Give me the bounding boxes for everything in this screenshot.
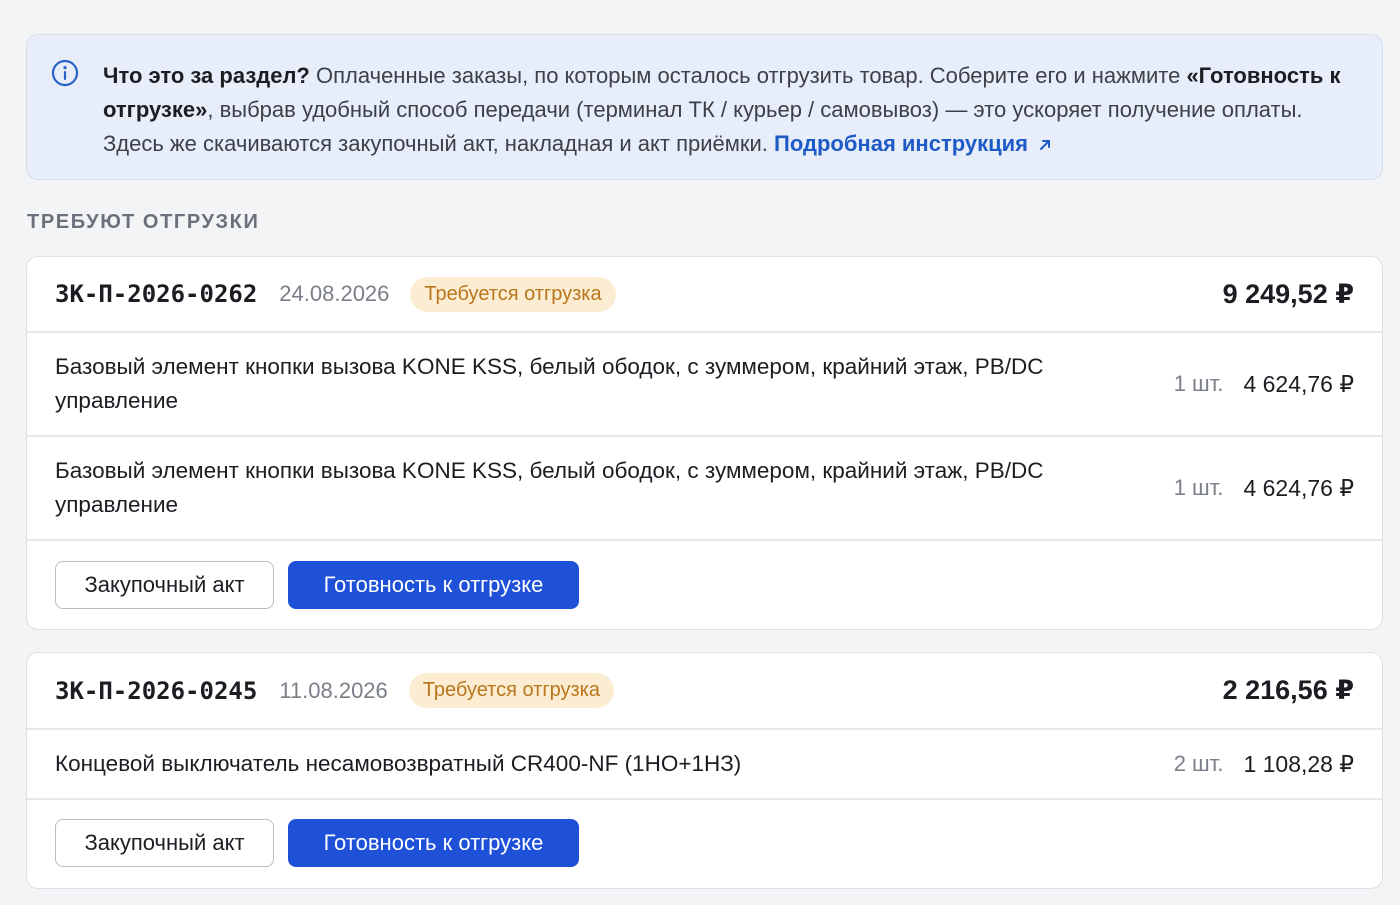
item-qty: 1 шт. xyxy=(1173,475,1224,500)
item-price: 4 624,76 ₽ xyxy=(1243,370,1354,397)
order-total: 9 249,52 ₽ xyxy=(1222,278,1354,309)
ready-to-ship-button[interactable]: Готовность к отгрузке xyxy=(288,819,579,867)
info-banner: Что это за раздел? Оплаченные заказы, по… xyxy=(26,34,1383,180)
order-card: ЗК-П-2026-0262 24.08.2026 Требуется отгр… xyxy=(26,256,1383,630)
info-circle-icon xyxy=(51,59,79,87)
order-date: 24.08.2026 xyxy=(279,281,390,306)
order-card: ЗК-П-2026-0245 11.08.2026 Требуется отгр… xyxy=(26,652,1383,889)
info-text: Что это за раздел? Оплаченные заказы, по… xyxy=(103,59,1352,161)
item-qty: 1 шт. xyxy=(1173,371,1224,396)
item-name: Концевой выключатель несамовозвратный CR… xyxy=(55,751,742,776)
item-price: 4 624,76 ₽ xyxy=(1243,474,1354,501)
order-id[interactable]: ЗК-П-2026-0262 xyxy=(55,280,257,308)
order-actions: Закупочный акт Готовность к отгрузке xyxy=(27,800,1382,886)
order-header: ЗК-П-2026-0245 11.08.2026 Требуется отгр… xyxy=(27,653,1382,730)
order-item-row: Базовый элемент кнопки вызова KONE KSS, … xyxy=(27,437,1382,541)
info-lead: Что это за раздел? xyxy=(103,63,310,88)
order-id[interactable]: ЗК-П-2026-0245 xyxy=(55,677,257,705)
status-badge: Требуется отгрузка xyxy=(408,673,614,708)
order-item-row: Базовый элемент кнопки вызова KONE KSS, … xyxy=(27,333,1382,437)
purchase-act-button[interactable]: Закупочный акт xyxy=(55,561,274,609)
item-price: 1 108,28 ₽ xyxy=(1243,750,1354,777)
info-text-part-1: Оплаченные заказы, по которым осталось о… xyxy=(309,63,1187,88)
ready-to-ship-button[interactable]: Готовность к отгрузке xyxy=(288,561,579,609)
section-title: ТРЕБУЮТ ОТГРУЗКИ xyxy=(27,211,260,233)
status-badge: Требуется отгрузка xyxy=(410,276,616,312)
instruction-link-label: Подробная инструкция xyxy=(774,131,1028,156)
item-name: Базовый элемент кнопки вызова KONE KSS, … xyxy=(55,354,1044,413)
order-actions: Закупочный акт Готовность к отгрузке xyxy=(27,541,1382,629)
info-text-part-2: , выбрав удобный способ передачи (термин… xyxy=(103,97,1303,156)
order-item-row: Концевой выключатель несамовозвратный CR… xyxy=(27,730,1382,800)
order-total: 2 216,56 ₽ xyxy=(1222,675,1354,705)
external-arrow-icon xyxy=(1040,140,1050,150)
purchase-act-button[interactable]: Закупочный акт xyxy=(55,819,274,867)
item-name: Базовый элемент кнопки вызова KONE KSS, … xyxy=(55,458,1044,517)
item-qty: 2 шт. xyxy=(1173,751,1224,776)
instruction-link[interactable]: Подробная инструкция xyxy=(774,131,1052,156)
order-header: ЗК-П-2026-0262 24.08.2026 Требуется отгр… xyxy=(27,257,1382,333)
order-date: 11.08.2026 xyxy=(279,677,388,703)
